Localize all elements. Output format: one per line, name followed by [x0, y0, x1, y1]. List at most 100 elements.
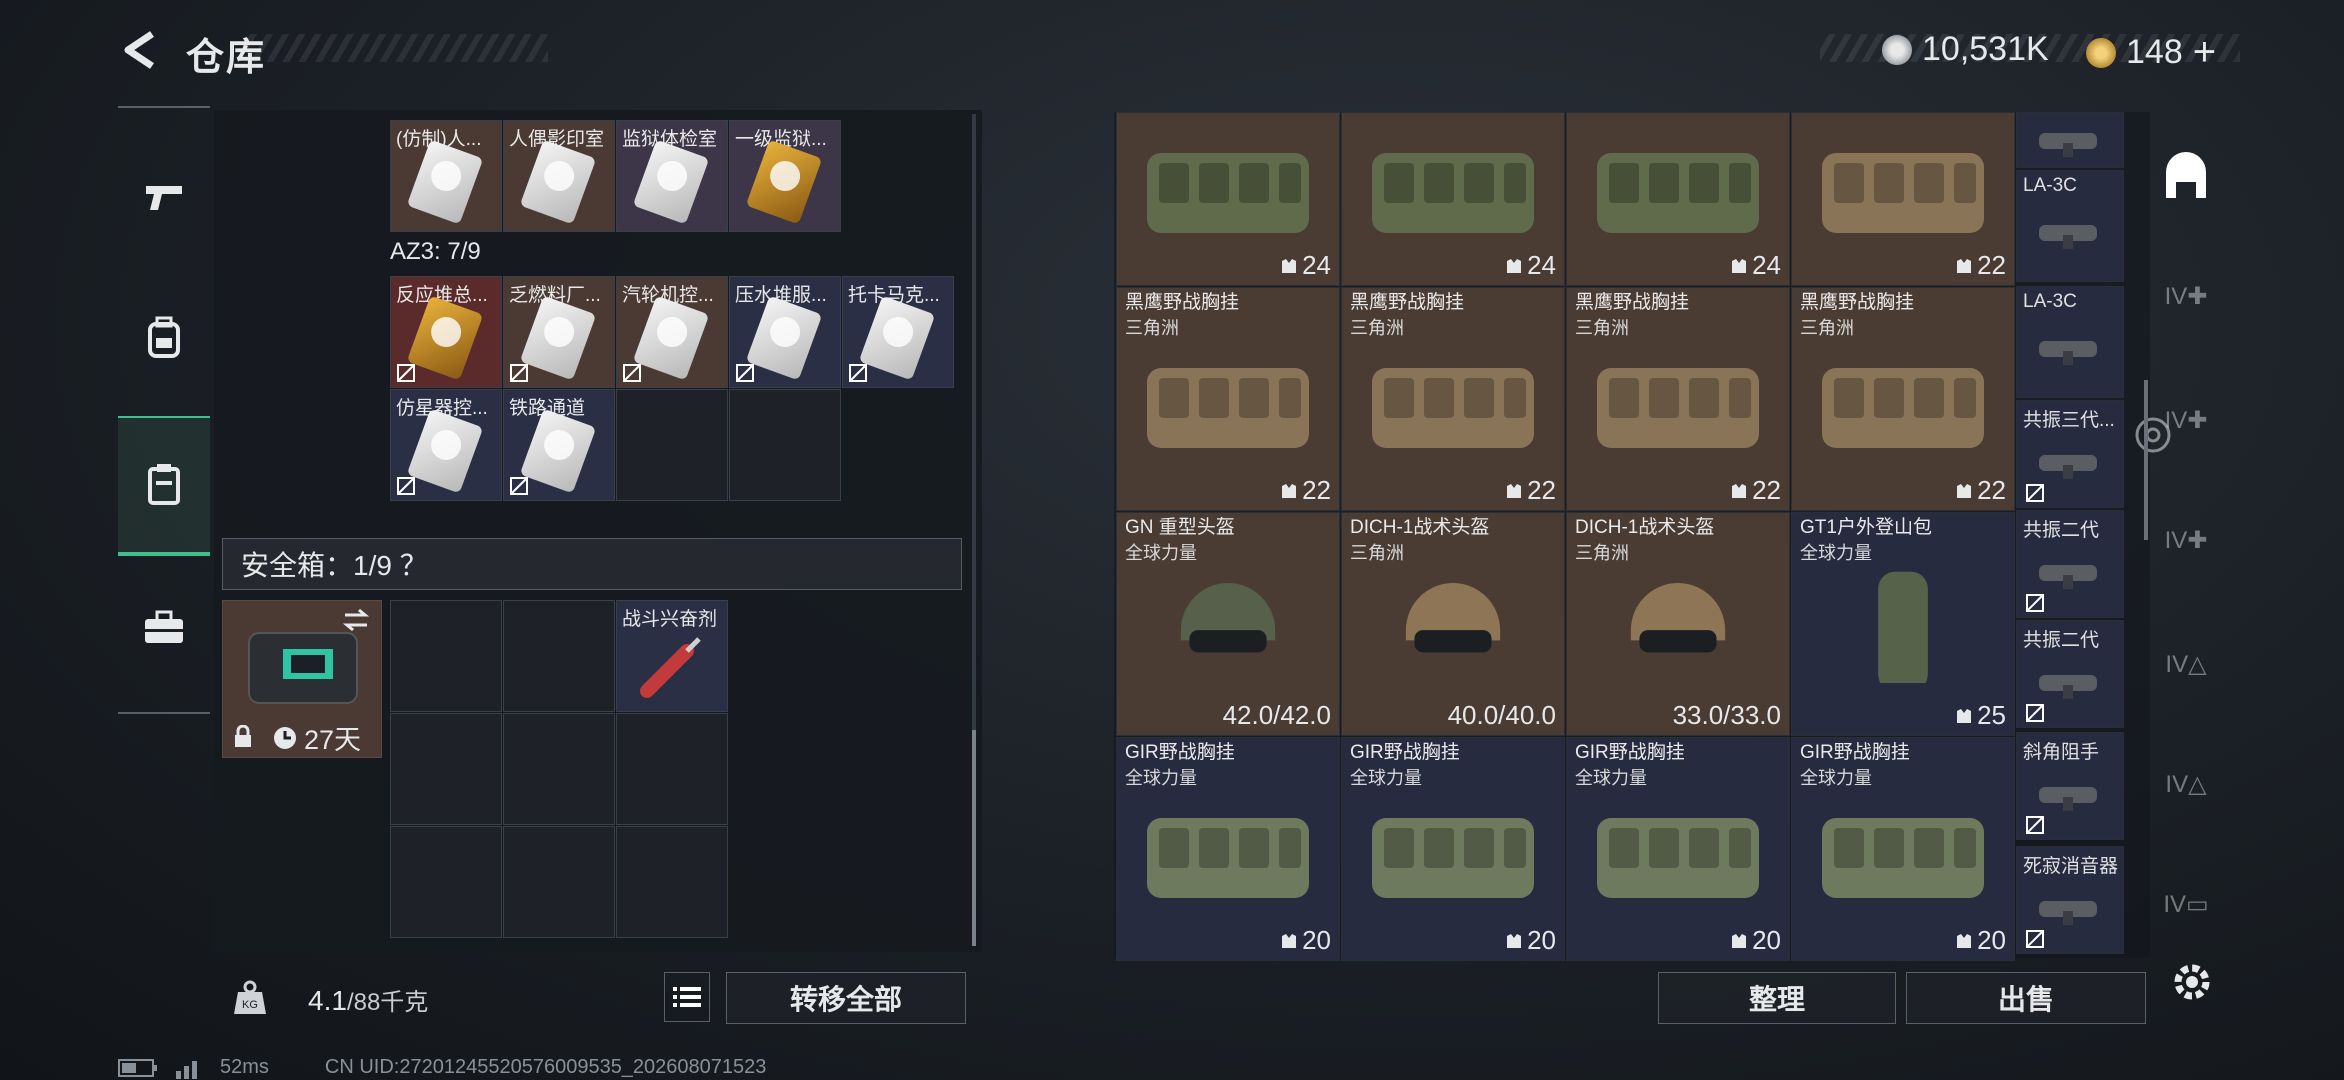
keycard-item[interactable]: 人偶影印室 [503, 120, 615, 232]
item-count-value: 40.0/40.0 [1447, 700, 1556, 730]
stash-warning-slot-icon[interactable]: IV△ [2152, 750, 2220, 818]
chest-rig-icon [1147, 368, 1309, 448]
stash-item[interactable]: 24 [1341, 112, 1565, 286]
stash-item[interactable]: 黑鹰野战胸挂 三角洲 22 [1566, 287, 1790, 511]
stash-warning-slot-icon[interactable]: IV△ [2152, 630, 2220, 698]
empty-slot[interactable] [503, 826, 615, 938]
keycard-item[interactable]: 一级监狱... [729, 120, 841, 232]
attachment-item[interactable]: 斜角阻手 [2016, 732, 2124, 840]
transfer-all-button[interactable]: 转移全部 [726, 972, 966, 1024]
item-count: 22 [1280, 475, 1331, 506]
add-stash-slot-icon[interactable]: IV✚ [2152, 262, 2220, 330]
empty-slot[interactable] [729, 389, 841, 501]
stash-item[interactable]: GIR野战胸挂 全球力量 20 [1791, 737, 2015, 961]
stash-item[interactable]: DICH-1战术头盔 三角洲 33.0/33.0 [1566, 512, 1790, 736]
swap-icon[interactable] [341, 607, 371, 633]
stash-item[interactable]: 黑鹰野战胸挂 三角洲 22 [1791, 287, 2015, 511]
stash-item[interactable]: DICH-1战术头盔 三角洲 40.0/40.0 [1341, 512, 1565, 736]
stash-item[interactable]: GIR野战胸挂 全球力量 20 [1566, 737, 1790, 961]
keycard-item[interactable]: (仿制)人... [390, 120, 502, 232]
triangle-coin-icon [2086, 37, 2116, 68]
chest-rig-icon [1822, 368, 1984, 448]
keycard-item[interactable]: 反应堆总... [390, 276, 502, 388]
empty-slot[interactable] [503, 713, 615, 825]
attachment-item[interactable] [2016, 112, 2124, 168]
item-faction: 全球力量 [1125, 543, 1197, 563]
stash-item[interactable]: 黑鹰野战胸挂 三角洲 22 [1116, 287, 1340, 511]
attachment-item[interactable]: LA-3C [2016, 170, 2124, 282]
back-arrow-icon[interactable] [118, 28, 162, 72]
premium-currency[interactable]: 148 + [2086, 30, 2216, 75]
capacity-icon [1957, 483, 1972, 498]
currency-balance: 10,531K [1882, 30, 2049, 69]
list-view-button[interactable] [664, 972, 710, 1022]
empty-slot[interactable] [390, 600, 502, 712]
empty-slot[interactable] [616, 713, 728, 825]
keycard-item[interactable]: 监狱体检室 [616, 120, 728, 232]
list-icon [673, 987, 701, 1007]
keycard-item[interactable]: 托卡马克... [842, 276, 954, 388]
item-count-value: 24 [1302, 250, 1331, 280]
attachment-item[interactable]: 共振三代... [2016, 400, 2124, 508]
attachment-icon [2039, 901, 2097, 925]
stash-slot-icon[interactable]: IV▭ [2152, 870, 2220, 938]
attachment-item[interactable]: 死寂消音器 [2016, 846, 2124, 954]
sell-button[interactable]: 出售 [1906, 972, 2146, 1024]
clock-icon [274, 726, 296, 749]
item-count: 20 [1280, 925, 1331, 956]
keycard-item[interactable]: 仿星器控... [390, 389, 502, 501]
capacity-icon [1282, 933, 1297, 948]
empty-slot[interactable] [390, 826, 502, 938]
attachment-item[interactable]: LA-3C [2016, 286, 2124, 398]
item-faction: 三角洲 [1125, 318, 1179, 338]
empty-slot[interactable] [616, 389, 728, 501]
attachment-item[interactable]: 共振二代 [2016, 620, 2124, 728]
battery-icon [118, 1058, 157, 1077]
attachment-item[interactable]: 共振二代 [2016, 510, 2124, 618]
keycard-item[interactable]: 铁路通道 [503, 389, 615, 501]
safe-box-header[interactable]: 安全箱：1/9 ？ [222, 538, 962, 590]
item-name: 黑鹰野战胸挂 [1125, 292, 1240, 313]
item-name: DICH-1战术头盔 [1575, 517, 1715, 538]
item-count-value: 22 [1302, 475, 1331, 505]
nav-weapons[interactable] [118, 128, 210, 268]
add-stash-slot-icon[interactable]: IV✚ [2152, 506, 2220, 574]
chest-rig-icon [1147, 153, 1309, 233]
stash-item[interactable]: 黑鹰野战胸挂 三角洲 22 [1341, 287, 1565, 511]
item-count-value: 22 [1977, 475, 2006, 505]
no-insure-icon [397, 477, 415, 495]
az3-label: AZ3: 7/9 [390, 238, 481, 265]
stash-item[interactable]: 24 [1116, 112, 1340, 286]
weight-readout: 4.1/88千克 [308, 982, 428, 1017]
empty-slot[interactable] [503, 600, 615, 712]
gear-icon[interactable] [2166, 956, 2218, 1008]
stash-item[interactable]: 22 [1791, 112, 2015, 286]
empty-slot[interactable] [616, 826, 728, 938]
stash-item[interactable]: GN 重型头盔 全球力量 42.0/42.0 [1116, 512, 1340, 736]
capacity-icon [1957, 258, 1972, 273]
keycard-item[interactable]: 压水堆服... [729, 276, 841, 388]
keycard-icon [406, 408, 484, 494]
stimulant-item[interactable]: 战斗兴奋剂 [616, 600, 728, 712]
stash-item[interactable]: GT1户外登山包 全球力量 25 [1791, 512, 2015, 736]
chest-rig-icon [1147, 818, 1309, 898]
item-name: GN 重型头盔 [1125, 517, 1235, 538]
stash-item[interactable]: 24 [1566, 112, 1790, 286]
stash-scrollbar[interactable] [2144, 380, 2148, 540]
stash-item[interactable]: GIR野战胸挂 全球力量 20 [1341, 737, 1565, 961]
nav-container[interactable] [118, 416, 210, 556]
keycard-item[interactable]: 汽轮机控... [616, 276, 728, 388]
stash-item[interactable]: GIR野战胸挂 全球力量 20 [1116, 737, 1340, 961]
item-count-value: 42.0/42.0 [1222, 700, 1331, 730]
add-currency-icon[interactable]: + [2193, 30, 2216, 75]
sort-button[interactable]: 整理 [1658, 972, 1896, 1024]
nav-misc[interactable] [118, 558, 210, 698]
nav-equipment[interactable] [118, 268, 210, 408]
item-name: 黑鹰野战胸挂 [1800, 292, 1915, 313]
stash-home-icon[interactable] [2152, 146, 2220, 214]
chest-rig-icon [1822, 153, 1984, 233]
backpack-icon [1878, 571, 1928, 683]
keycard-item[interactable]: 乏燃料厂... [503, 276, 615, 388]
container-scrollbar-thumb[interactable] [972, 730, 976, 946]
empty-slot[interactable] [390, 713, 502, 825]
